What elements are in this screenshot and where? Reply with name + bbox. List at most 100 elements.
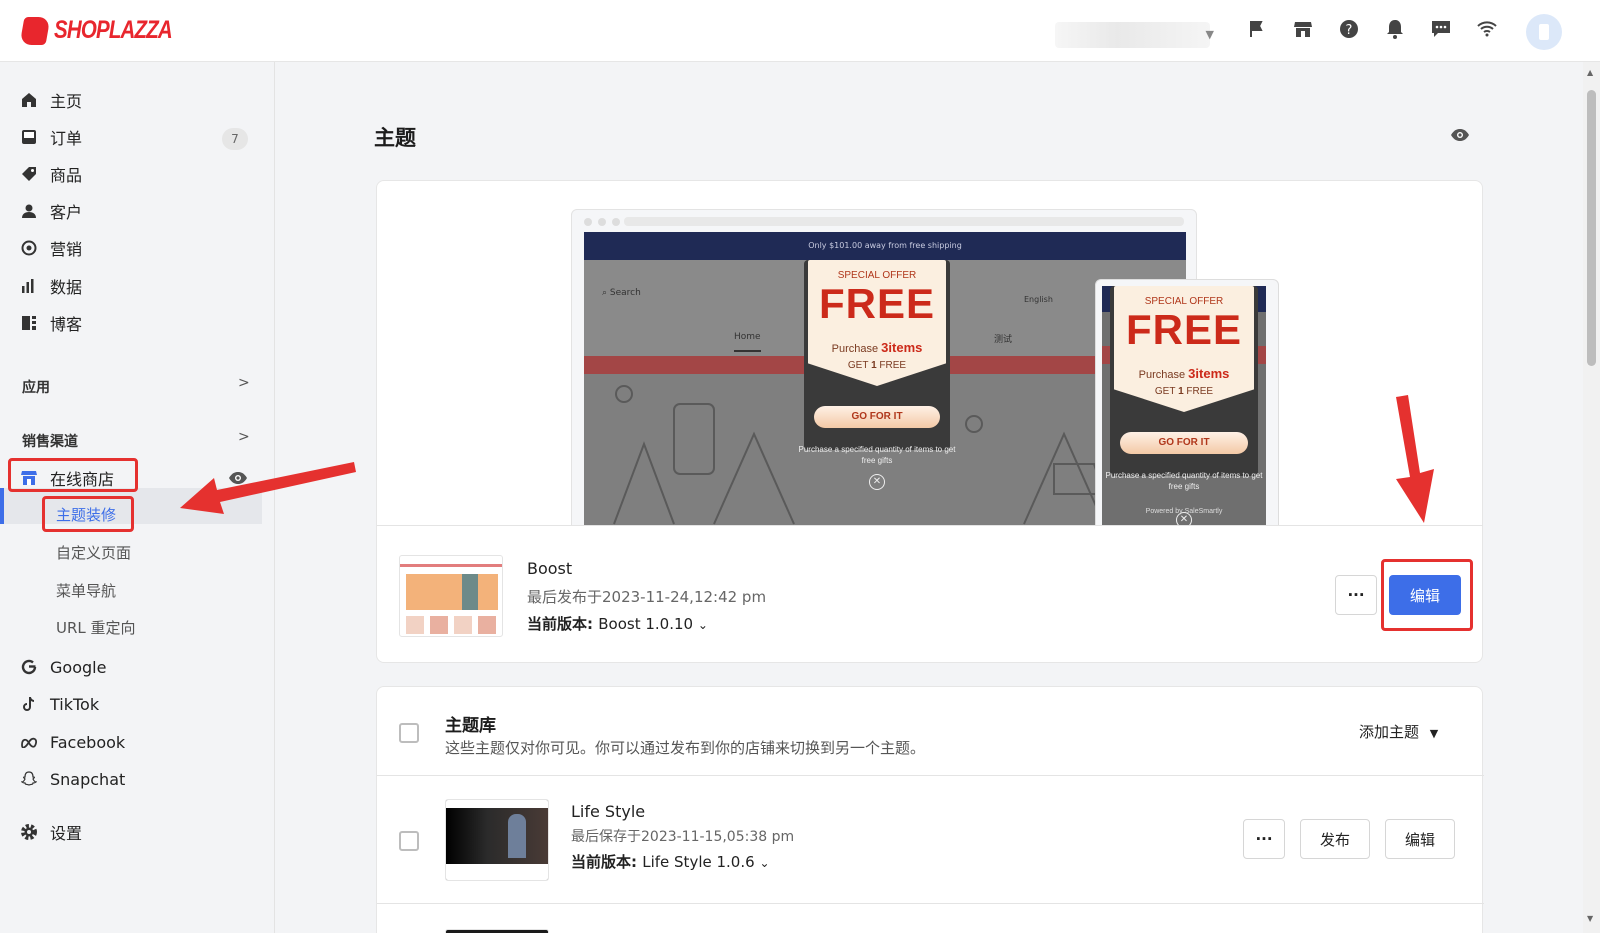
- bar-chart-icon: [20, 277, 38, 295]
- highlight-box-theme-design: [42, 496, 134, 532]
- current-theme-published: 最后发布于2023-11-24,12:42 pm: [527, 588, 767, 606]
- tiktok-icon: [20, 695, 38, 713]
- scroll-up-icon[interactable]: ▲: [1587, 68, 1593, 77]
- boost-theme-thumbnail: [399, 555, 503, 637]
- sidebar-subitem-custom-pages[interactable]: 自定义页面: [56, 542, 131, 563]
- sidebar-subitem-menu-navigation[interactable]: 菜单导航: [56, 580, 116, 601]
- person-icon: [20, 202, 38, 220]
- theme-saved: 最后保存于2023-11-15,05:38 pm: [571, 829, 795, 845]
- eye-icon[interactable]: [1450, 127, 1470, 146]
- chevron-down-icon: ⌄: [697, 618, 708, 632]
- announcement-bar: Only $101.00 away from free shipping: [584, 232, 1186, 260]
- avatar[interactable]: [1526, 14, 1562, 50]
- theme-preview: Only $101.00 away from free shipping ⌕ S…: [377, 181, 1483, 526]
- sidebar-item-settings[interactable]: 设置: [20, 818, 82, 846]
- chevron-right-icon[interactable]: >: [238, 375, 250, 391]
- popup-purchase: Purchase 3items: [831, 340, 923, 355]
- sidebar-item-analytics[interactable]: 数据: [20, 272, 82, 300]
- caret-down-icon: ▼: [1205, 28, 1214, 41]
- theme-version[interactable]: 当前版本: Life Style 1.0.6 ⌄: [571, 851, 770, 872]
- popup-free: FREE: [818, 280, 935, 327]
- popup-free: FREE: [1125, 306, 1242, 353]
- shoplazza-logo[interactable]: SHOPLAZZA: [19, 16, 198, 45]
- mobile-preview: SPECIAL OFFER FREE Purchase 3items GET 1…: [1095, 279, 1279, 525]
- next-theme-thumbnail: [445, 929, 549, 933]
- more-actions-button[interactable]: ···: [1243, 819, 1285, 859]
- sidebar-channel-google[interactable]: Google: [20, 653, 106, 681]
- logo-mark-icon: [19, 16, 51, 45]
- desktop-popup: SPECIAL OFFER FREE Purchase 3items GET 1…: [799, 260, 955, 490]
- popup-purchase: Purchase 3items: [1138, 366, 1230, 381]
- inbox-icon: [20, 128, 38, 146]
- add-theme-dropdown[interactable]: 添加主题 ▼: [1359, 721, 1438, 742]
- eye-icon[interactable]: [228, 470, 248, 489]
- sidebar-item-label: 数据: [50, 278, 83, 297]
- store-icon[interactable]: [1292, 18, 1314, 40]
- sidebar-channel-tiktok[interactable]: TikTok: [20, 690, 99, 718]
- library-title: 主题库: [445, 716, 496, 736]
- scroll-down-icon[interactable]: ▼: [1587, 914, 1593, 923]
- theme-library-card: 主题库 这些主题仅对你可见。你可以通过发布到你的店铺来切换到另一个主题。 添加主…: [376, 686, 1484, 933]
- store-selector[interactable]: ▼: [1055, 22, 1214, 48]
- apps-section-label[interactable]: 应用: [22, 377, 50, 397]
- sidebar-item-blog[interactable]: 博客: [20, 309, 82, 337]
- sidebar-item-label: 主页: [50, 92, 83, 111]
- help-icon[interactable]: ?: [1338, 18, 1360, 40]
- meta-icon: [20, 733, 38, 751]
- sidebar-subitem-url-redirect[interactable]: URL 重定向: [56, 617, 136, 638]
- preview-search: ⌕ Search: [602, 288, 641, 298]
- current-theme-name: Boost: [527, 559, 573, 578]
- preview-language: English: [1024, 295, 1053, 304]
- tag-icon: [20, 165, 38, 183]
- sidebar-item-label: 设置: [50, 824, 83, 843]
- page-title: 主题: [374, 126, 416, 150]
- highlight-box-edit: [1381, 559, 1473, 631]
- chevron-down-icon: ⌄: [759, 856, 770, 870]
- channels-section-label[interactable]: 销售渠道: [22, 431, 78, 451]
- theme-row-checkbox[interactable]: [399, 831, 419, 851]
- blog-icon: [20, 314, 38, 332]
- wifi-icon[interactable]: [1476, 18, 1498, 40]
- sidebar-item-label: Google: [50, 657, 107, 677]
- svg-text:?: ?: [1346, 23, 1353, 38]
- snapchat-icon: [20, 770, 38, 788]
- home-icon: [20, 91, 38, 109]
- page-scrollbar[interactable]: ▲ ▼: [1583, 62, 1600, 933]
- theme-name: Life Style: [571, 802, 646, 821]
- preview-menu-home: Home: [734, 332, 761, 352]
- sidebar-item-marketing[interactable]: 营销: [20, 234, 82, 262]
- library-select-all-checkbox[interactable]: [399, 723, 419, 743]
- sidebar-item-orders[interactable]: 订单: [20, 123, 82, 151]
- sidebar-item-home[interactable]: 主页: [20, 86, 82, 114]
- flag-icon[interactable]: [1246, 18, 1268, 40]
- sidebar-item-label: Facebook: [50, 732, 126, 752]
- target-icon: [20, 239, 38, 257]
- mobile-popup: SPECIAL OFFER FREE Purchase 3items GET 1…: [1106, 286, 1262, 525]
- highlight-box-online-store: [8, 458, 138, 492]
- sidebar-item-label: 博客: [50, 315, 83, 334]
- preview-menu-test: 测试: [994, 335, 1013, 345]
- popup-powered-by: Powered by SaleSmartly: [1145, 508, 1223, 515]
- google-icon: [20, 658, 38, 676]
- publish-button[interactable]: 发布: [1300, 819, 1370, 859]
- gear-icon: [20, 823, 38, 841]
- popup-go-button: GO FOR IT: [1120, 432, 1248, 454]
- sidebar-channel-facebook[interactable]: Facebook: [20, 728, 125, 756]
- scrollbar-thumb[interactable]: [1587, 90, 1596, 366]
- sidebar-item-label: 商品: [50, 166, 83, 185]
- life-style-theme-thumbnail: [445, 799, 549, 881]
- sidebar-item-label: Snapchat: [50, 769, 126, 789]
- sidebar-channel-snapchat[interactable]: Snapchat: [20, 765, 125, 793]
- edit-button[interactable]: 编辑: [1385, 819, 1455, 859]
- sidebar-item-customers[interactable]: 客户: [20, 197, 82, 225]
- bell-icon[interactable]: [1384, 18, 1406, 40]
- top-bar: SHOPLAZZA ▼ ?: [0, 0, 1600, 62]
- current-theme-version[interactable]: 当前版本: Boost 1.0.10 ⌄: [527, 613, 708, 634]
- popup-description: Purchase a specified quantity of items t…: [1105, 471, 1263, 491]
- more-actions-button[interactable]: ···: [1335, 575, 1377, 615]
- sidebar-item-label: TikTok: [50, 694, 100, 714]
- chat-icon[interactable]: [1430, 18, 1452, 40]
- sidebar-item-products[interactable]: 商品: [20, 160, 82, 188]
- chevron-right-icon[interactable]: >: [238, 429, 250, 445]
- preview-search-label: Search: [609, 288, 641, 298]
